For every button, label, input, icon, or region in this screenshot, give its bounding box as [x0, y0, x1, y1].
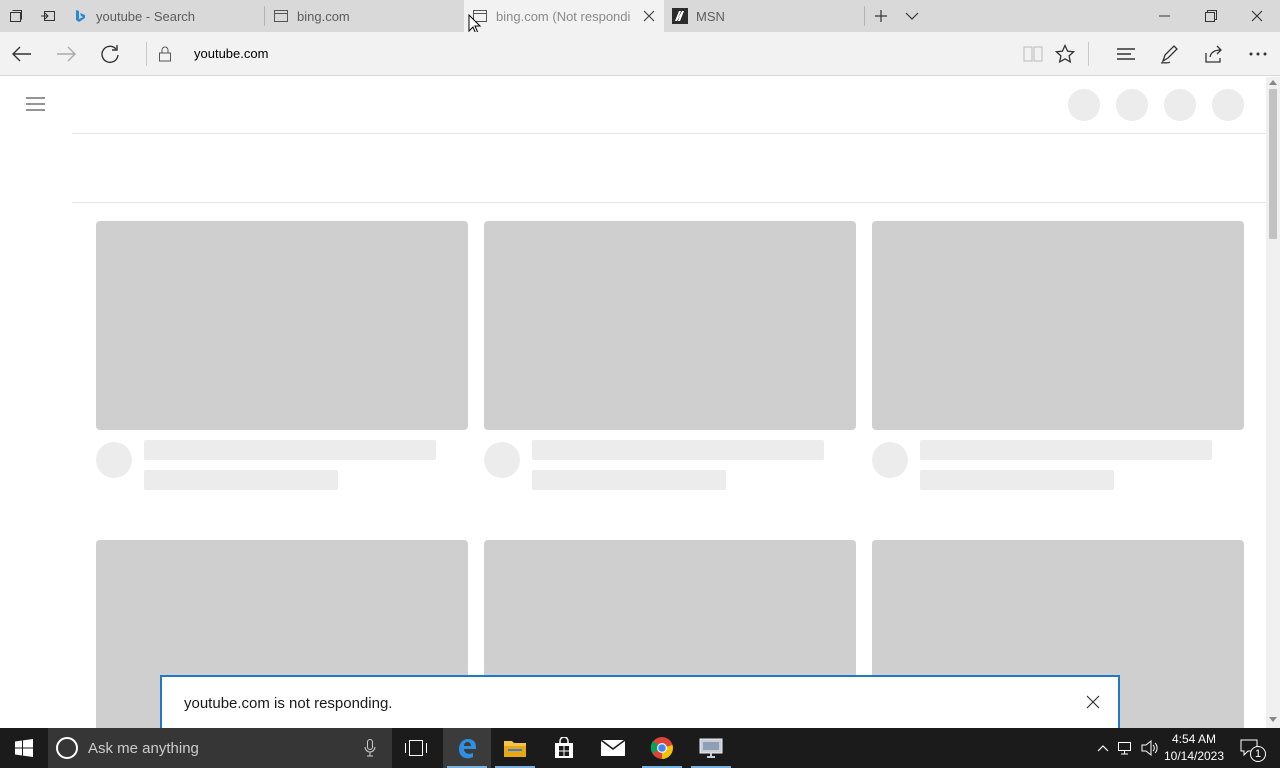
channel-avatar-placeholder — [872, 442, 908, 478]
meta-placeholder — [144, 470, 338, 490]
tab-preview-chevron-icon[interactable] — [896, 0, 928, 32]
set-tabs-aside-icon[interactable] — [32, 0, 64, 32]
hub-icon[interactable] — [1104, 32, 1148, 76]
close-icon[interactable] — [1086, 695, 1102, 711]
forward-icon[interactable] — [44, 32, 88, 76]
task-view-icon[interactable] — [392, 728, 440, 768]
close-tab-icon[interactable] — [642, 9, 656, 23]
scroll-down-icon[interactable] — [1269, 717, 1277, 725]
url-text: youtube.com — [194, 46, 269, 61]
clock-date: 10/14/2023 — [1163, 749, 1225, 763]
channel-avatar-placeholder — [484, 442, 520, 478]
toolbar-divider — [1088, 42, 1089, 66]
tab-youtube-search[interactable]: youtube - Search — [64, 0, 264, 32]
lock-icon — [158, 46, 174, 62]
guide-menu-icon[interactable] — [24, 95, 48, 115]
taskbar-mail-app[interactable] — [589, 728, 637, 768]
more-icon[interactable] — [1236, 32, 1280, 76]
microphone-icon[interactable] — [364, 739, 380, 757]
header-placeholder — [1164, 89, 1196, 121]
taskbar-remote-desktop-app[interactable] — [687, 728, 735, 768]
refresh-icon[interactable] — [88, 32, 132, 76]
favorite-star-icon[interactable] — [1043, 32, 1087, 76]
video-thumbnail-placeholder — [96, 221, 468, 430]
web-page-content — [0, 77, 1266, 728]
tab-title: bing.com (Not respondi — [496, 9, 631, 24]
bing-icon — [72, 8, 88, 24]
clock-time: 4:54 AM — [1171, 732, 1217, 746]
channel-avatar-placeholder — [96, 442, 132, 478]
tab-bing-not-responding[interactable]: bing.com (Not respondi — [464, 0, 664, 32]
page-icon — [273, 8, 289, 24]
header-placeholder — [1116, 89, 1148, 121]
network-icon[interactable] — [1114, 728, 1138, 768]
system-clock[interactable]: 4:54 AM 10/14/2023 — [1160, 731, 1228, 765]
meta-placeholder — [532, 470, 726, 490]
taskbar-edge-app[interactable] — [443, 728, 491, 768]
restore-icon[interactable] — [1188, 0, 1234, 32]
cortana-icon — [56, 737, 78, 759]
taskbar: Ask me anything 4:54 AM 10/14/2023 1 — [0, 728, 1280, 768]
taskbar-chrome-app[interactable] — [638, 728, 686, 768]
tab-msn[interactable]: MSN — [664, 0, 864, 32]
video-thumbnail-placeholder — [484, 221, 856, 430]
tabs-aside-icon[interactable] — [0, 0, 32, 32]
title-placeholder — [144, 440, 436, 460]
scroll-up-icon[interactable] — [1269, 79, 1277, 87]
tab-bar: youtube - Search bing.com bing.com (Not … — [0, 0, 1280, 32]
taskbar-store-app[interactable] — [540, 728, 588, 768]
taskbar-file-explorer-app[interactable] — [491, 728, 539, 768]
title-placeholder — [920, 440, 1212, 460]
web-note-icon[interactable] — [1148, 32, 1192, 76]
action-center-icon[interactable]: 1 — [1232, 728, 1272, 768]
volume-icon[interactable] — [1138, 728, 1162, 768]
address-bar[interactable]: youtube.com — [148, 38, 1008, 70]
back-icon[interactable] — [0, 32, 44, 76]
search-placeholder: Ask me anything — [88, 740, 199, 757]
msn-icon — [672, 8, 688, 24]
tab-title: bing.com — [297, 9, 350, 24]
show-hidden-icons-chevron-icon[interactable] — [1092, 728, 1114, 768]
notification-message: youtube.com is not responding. — [184, 695, 393, 712]
page-scrollbar[interactable] — [1266, 77, 1280, 728]
toolbar-divider — [146, 42, 147, 66]
close-window-icon[interactable] — [1234, 0, 1280, 32]
scroll-thumb[interactable] — [1269, 89, 1277, 239]
video-thumbnail-placeholder — [872, 221, 1244, 430]
start-windows-icon[interactable] — [0, 728, 48, 768]
cortana-search-box[interactable]: Ask me anything — [48, 728, 392, 768]
not-responding-notification: youtube.com is not responding. — [160, 675, 1120, 728]
header-divider — [72, 133, 1266, 134]
notification-count-badge: 1 — [1250, 746, 1266, 762]
minimize-icon[interactable] — [1142, 0, 1188, 32]
new-tab-icon[interactable] — [865, 0, 897, 32]
title-placeholder — [532, 440, 824, 460]
header-placeholder — [1212, 89, 1244, 121]
header-placeholder — [1068, 89, 1100, 121]
chips-divider — [72, 202, 1266, 203]
share-icon[interactable] — [1192, 32, 1236, 76]
tab-title: youtube - Search — [96, 9, 196, 24]
address-toolbar: youtube.com — [0, 32, 1280, 76]
tab-bing[interactable]: bing.com — [265, 0, 463, 32]
tab-title: MSN — [696, 9, 725, 24]
meta-placeholder — [920, 470, 1114, 490]
